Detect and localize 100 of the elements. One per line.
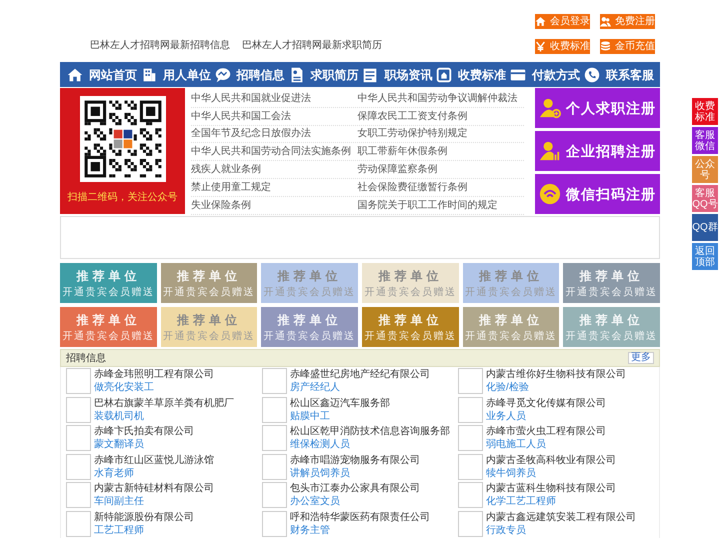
company-link[interactable]: 呼和浩特华蒙医药有限责任公司: [290, 510, 430, 524]
nav-item[interactable]: 求职简历: [288, 66, 359, 84]
law-link[interactable]: 中华人民共和国工会法: [191, 108, 358, 124]
law-link[interactable]: 国务院关于职工工作时间的规定: [358, 198, 524, 213]
tile-subtitle: 开通贵宾会员赠送: [162, 330, 255, 344]
nav-item[interactable]: 收费标准: [435, 66, 506, 84]
tile-subtitle: 开通贵宾会员赠送: [62, 330, 154, 344]
position-link[interactable]: 房产经纪人: [290, 381, 430, 394]
logo-placeholder: [458, 425, 483, 452]
tile-title: 推荐单位: [580, 312, 644, 328]
section-title: 招聘信息: [66, 352, 106, 366]
company-link[interactable]: 巴林右旗蒙羊草原羊粪有机肥厂: [94, 396, 234, 410]
position-link[interactable]: 犊牛饲养员: [486, 466, 616, 480]
law-link[interactable]: 失业保险条例: [191, 198, 358, 213]
company-link[interactable]: 赤峰市红山区蓝悦儿游泳馆: [94, 454, 214, 467]
logo-placeholder: [66, 454, 91, 480]
nav-item[interactable]: 联系客服: [582, 66, 654, 84]
logo-placeholder: [458, 510, 483, 537]
company-link[interactable]: 赤峰卞氏拍卖有限公司: [94, 425, 194, 438]
home-icon: [535, 16, 546, 27]
position-link[interactable]: 做亮化安装工: [94, 381, 214, 394]
company-link[interactable]: 内蒙古圣牧高科牧业有限公司: [486, 454, 616, 467]
position-link[interactable]: 水育老师: [94, 466, 214, 480]
tile-subtitle: 开通贵宾会员赠送: [364, 330, 456, 344]
tile-subtitle: 开通贵宾会员赠送: [566, 330, 658, 344]
side-button[interactable]: 收费标准: [692, 98, 718, 125]
law-link[interactable]: 职工带薪年休假条例: [358, 144, 524, 160]
register-button[interactable]: 个人求职注册: [535, 88, 660, 128]
nav-item[interactable]: 职场资讯: [361, 66, 432, 84]
side-button[interactable]: 客服微信: [692, 127, 718, 154]
company-link[interactable]: 赤峰金玮照明工程有限公司: [94, 368, 214, 382]
logo-placeholder: [66, 510, 91, 537]
tile-title: 推荐单位: [176, 312, 241, 328]
company-link[interactable]: 赤峰市唱游宠物服务有限公司: [290, 454, 420, 467]
tile-title: 推荐单位: [378, 312, 442, 328]
position-link[interactable]: 财务主管: [290, 524, 430, 537]
position-link[interactable]: 办公室文员: [290, 495, 420, 508]
header-link[interactable]: 巴林左人才招聘网最新招聘信息: [90, 38, 230, 53]
tile-subtitle: 开通贵宾会员赠送: [464, 286, 557, 300]
tile-subtitle: 开通贵宾会员赠送: [62, 286, 154, 300]
tile-subtitle: 开通贵宾会员赠送: [464, 330, 557, 344]
law-link[interactable]: 女职工劳动保护特别规定: [358, 126, 524, 142]
nav-item[interactable]: 招聘信息: [214, 66, 285, 84]
more-button[interactable]: 更多: [628, 352, 654, 364]
position-link[interactable]: 业务人员: [486, 410, 606, 423]
position-link[interactable]: 装载机司机: [94, 410, 234, 423]
tile-title: 推荐单位: [76, 312, 140, 328]
law-link[interactable]: 中华人民共和国就业促进法: [191, 90, 358, 106]
header-link[interactable]: 巴林左人才招聘网最新求职简历: [242, 38, 382, 53]
person-chart-icon: [539, 140, 561, 162]
logo-placeholder: [262, 368, 287, 394]
position-link[interactable]: 贴膜中工: [290, 410, 390, 423]
law-link[interactable]: 中华人民共和国劳动争议调解仲裁法: [358, 90, 524, 106]
tile-title: 推荐单位: [580, 268, 644, 284]
company-link[interactable]: 内蒙古鑫远建筑安装工程有限公司: [486, 510, 636, 524]
nav-item[interactable]: 付款方式: [509, 66, 580, 84]
position-link[interactable]: 化学工艺工程师: [486, 495, 616, 508]
company-link[interactable]: 松山区乾甲消防技术信息咨询服务部: [290, 425, 450, 438]
position-link[interactable]: 弱电施工人员: [486, 438, 606, 452]
company-link[interactable]: 内蒙古维你好生物科技有限公司: [486, 368, 626, 382]
position-link[interactable]: 化验/检验: [486, 381, 626, 394]
tile-title: 推荐单位: [278, 312, 342, 328]
nav-item[interactable]: 网站首页: [66, 66, 137, 84]
tile-subtitle: 开通贵宾会员赠送: [566, 286, 658, 300]
position-link[interactable]: 维保检测人员: [290, 438, 450, 452]
law-link[interactable]: 劳动保障监察条例: [358, 162, 524, 178]
company-link[interactable]: 包头市江泰办公家具有限公司: [290, 482, 420, 496]
tile-title: 推荐单位: [378, 268, 442, 284]
law-link[interactable]: 全国年节及纪念日放假办法: [191, 126, 358, 142]
logo-placeholder: [458, 454, 483, 480]
register-button[interactable]: 企业招聘注册: [535, 131, 660, 171]
law-link[interactable]: 残疾人就业条例: [191, 162, 358, 178]
nav-item[interactable]: 用人单位: [140, 66, 211, 84]
company-link[interactable]: 赤峰寻觅文化传媒有限公司: [486, 396, 606, 410]
position-link[interactable]: 蒙文翻译员: [94, 438, 194, 452]
company-link[interactable]: 新特能源股份有限公司: [94, 510, 194, 524]
company-link[interactable]: 赤峰市萤火虫工程有限公司: [486, 425, 606, 438]
position-link[interactable]: 车间副主任: [94, 495, 214, 508]
side-button[interactable]: QQ群: [692, 214, 718, 241]
company-link[interactable]: 内蒙古新特硅材料有限公司: [94, 482, 214, 496]
logo-placeholder: [66, 368, 91, 394]
logo-placeholder: [66, 396, 91, 423]
position-link[interactable]: 工艺工程师: [94, 524, 194, 537]
tile-subtitle: 开通贵宾会员赠送: [162, 286, 255, 300]
position-link[interactable]: 行政专员: [486, 524, 636, 537]
tile-subtitle: 开通贵宾会员赠送: [364, 286, 456, 300]
company-link[interactable]: 内蒙古蓝科生物科技有限公司: [486, 482, 616, 496]
side-button[interactable]: 客服QQ号: [692, 185, 718, 212]
side-button[interactable]: 返回顶部: [692, 243, 718, 270]
company-link[interactable]: 松山区鑫迈汽车服务部: [290, 396, 390, 410]
position-link[interactable]: 讲解员饲养员: [290, 466, 420, 480]
register-button[interactable]: 微信扫码注册: [535, 174, 660, 214]
law-link[interactable]: 中华人民共和国劳动合同法实施条例: [191, 144, 358, 160]
yen-icon: [535, 41, 546, 52]
law-link[interactable]: 保障农民工工资支付条例: [358, 108, 524, 124]
law-link[interactable]: 禁止使用童工规定: [191, 180, 358, 195]
company-link[interactable]: 赤峰盛世纪房地产经纪有限公司: [290, 368, 430, 382]
tile-title: 推荐单位: [478, 268, 543, 284]
law-link[interactable]: 社会保险费征缴暂行条例: [358, 180, 524, 195]
logo-placeholder: [262, 482, 287, 508]
